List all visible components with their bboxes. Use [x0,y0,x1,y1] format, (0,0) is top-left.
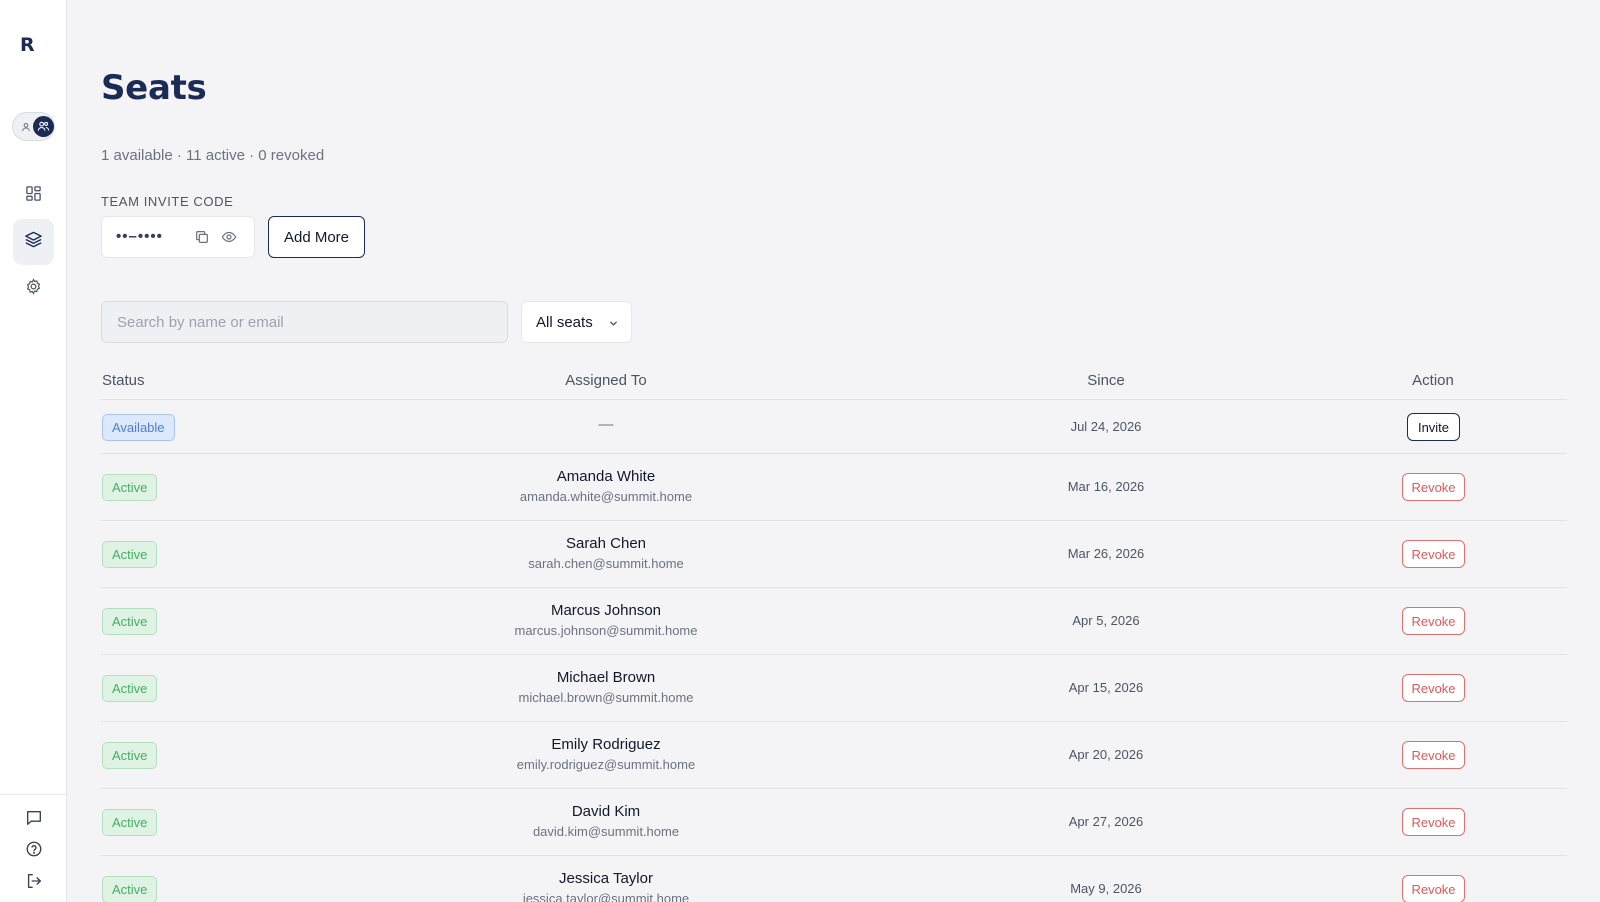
assignee-email: amanda.white@summit.home [519,489,693,504]
assignee-cell: Amanda White amanda.white@summit.home [456,467,756,507]
revoke-button[interactable]: Revoke [1402,875,1465,902]
revoke-button[interactable]: Revoke [1402,674,1465,702]
invite-button[interactable]: Invite [1407,413,1460,441]
layers-icon [24,230,43,254]
logout-icon [25,872,43,895]
revoke-button[interactable]: Revoke [1402,607,1465,635]
column-status: Status [102,372,145,389]
assignee-email: sarah.chen@summit.home [528,556,684,571]
dashboard-icon [25,185,42,207]
nav-seats[interactable] [13,219,54,265]
assignee-email: michael.brown@summit.home [518,690,694,705]
status-badge: Active [102,876,158,902]
view-toggle[interactable] [12,112,55,141]
main-content: Seats 1 available · 11 active · 0 revoke… [101,0,1567,902]
logout-button[interactable] [22,871,46,895]
copy-icon[interactable] [194,229,212,247]
status-badge: Active [102,809,158,836]
assignee-cell: Michael Brown michael.brown@summit.home [456,668,756,708]
invite-code-value: ••–•••• [116,228,163,245]
help-button[interactable] [22,839,46,863]
table-row: Active Sarah Chen sarah.chen@summit.home… [101,521,1567,588]
search-input[interactable] [101,301,508,343]
table-row: Active Marcus Johnson marcus.johnson@sum… [101,588,1567,655]
column-since: Since [1087,372,1125,389]
nav-dashboard[interactable] [13,175,54,216]
assignee-name: Michael Brown [556,669,656,686]
feedback-button[interactable] [22,808,46,832]
seat-summary: 1 available · 11 active · 0 revoked [101,147,325,164]
revoke-button[interactable]: Revoke [1402,808,1465,836]
table-row: Available — Jul 24, 2026 Invite [101,400,1567,454]
status-badge: Active [102,541,158,568]
assignee-name: David Kim [571,803,641,820]
since-date: May 9, 2026 [1070,881,1142,896]
sidebar: R [0,0,67,902]
column-action: Action [1412,372,1454,389]
table-row: Active David Kim david.kim@summit.home A… [101,789,1567,856]
since-date: Apr 15, 2026 [1068,680,1144,695]
gear-icon [25,277,42,300]
table-row: Active Michael Brown michael.brown@summi… [101,655,1567,722]
since-date: Apr 5, 2026 [1072,613,1140,628]
assignee-name: Jessica Taylor [559,870,653,887]
table-row: Active Amanda White amanda.white@summit.… [101,454,1567,521]
sidebar-divider [0,794,66,795]
status-badge: Active [102,675,158,702]
since-date: Apr 27, 2026 [1068,814,1144,829]
table-header: Status Assigned To Since Action [101,362,1567,400]
assignee-cell: David Kim david.kim@summit.home [456,802,756,842]
status-badge: Active [102,608,158,635]
revoke-button[interactable]: Revoke [1402,540,1465,568]
status-badge: Available [102,414,175,441]
nav-settings[interactable] [13,268,54,309]
revoke-button[interactable]: Revoke [1402,741,1465,769]
assignee-cell: Jessica Taylor jessica.taylor@summit.hom… [456,869,756,902]
unassigned-placeholder: — [598,416,614,433]
assignee-email: marcus.johnson@summit.home [514,623,698,638]
since-date: Mar 26, 2026 [1067,546,1145,561]
table-row: Active Jessica Taylor jessica.taylor@sum… [101,856,1567,902]
eye-icon[interactable] [221,229,239,247]
table-row: Active Emily Rodriguez emily.rodriguez@s… [101,722,1567,789]
seats-table: Status Assigned To Since Action Availabl… [101,362,1567,902]
assignee-name: Emily Rodriguez [551,736,661,753]
assignee-cell: Emily Rodriguez emily.rodriguez@summit.h… [456,735,756,775]
assignee-name: Sarah Chen [565,535,647,552]
assignee-name: Marcus Johnson [550,602,662,619]
column-assigned-to: Assigned To [565,372,647,389]
assignee-email: david.kim@summit.home [532,824,680,839]
seat-filter-select[interactable]: All seats [521,301,632,343]
chevron-down-icon [608,316,619,333]
since-date: Mar 16, 2026 [1067,479,1145,494]
assignee-cell: Marcus Johnson marcus.johnson@summit.hom… [456,601,756,641]
message-icon [25,809,43,832]
invite-code-label: TEAM INVITE CODE [101,194,234,209]
assignee-email: emily.rodriguez@summit.home [516,757,696,772]
add-more-button[interactable]: Add More [268,216,365,258]
page-title: Seats [101,68,207,108]
app-logo[interactable]: R [20,34,40,58]
status-badge: Active [102,742,158,769]
assignee-cell: — [456,416,756,434]
assignee-cell: Sarah Chen sarah.chen@summit.home [456,534,756,574]
invite-code-box: ••–•••• [101,216,255,258]
assignee-name: Amanda White [556,468,656,485]
assignee-email: jessica.taylor@summit.home [522,891,690,902]
since-date: Jul 24, 2026 [1070,419,1142,434]
help-circle-icon [25,840,43,863]
revoke-button[interactable]: Revoke [1402,473,1465,501]
since-date: Apr 20, 2026 [1068,747,1144,762]
users-icon[interactable] [33,116,54,137]
status-badge: Active [102,474,158,501]
seat-filter-value: All seats [536,313,593,331]
